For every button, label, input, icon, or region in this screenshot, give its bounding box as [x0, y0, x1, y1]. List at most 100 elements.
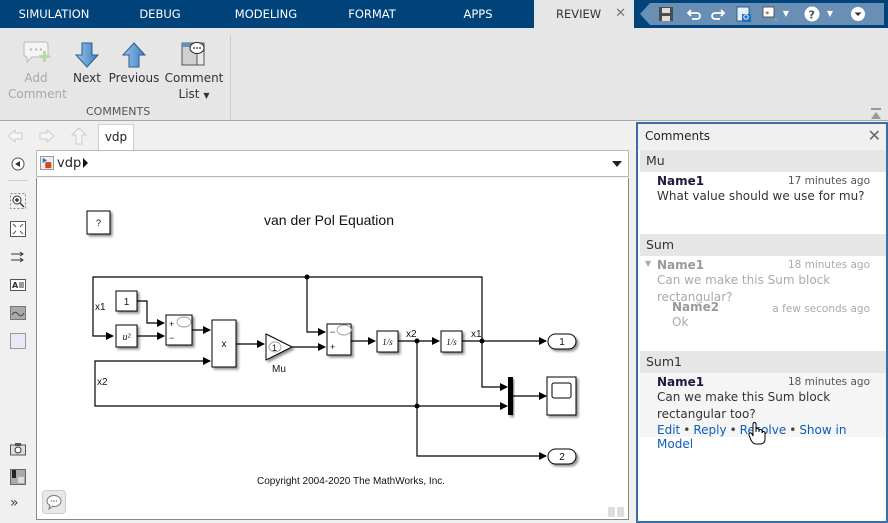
gain-block-mu[interactable]	[265, 333, 294, 361]
ribbon: Add Comment Next Previous Comment List ▼…	[0, 28, 888, 121]
shortcuts-icon[interactable]: »	[762, 6, 778, 22]
comment-text: Can we make this Sum block rectangular t…	[657, 390, 831, 421]
comment-item[interactable]: Name1 17 minutes ago What value should w…	[640, 172, 886, 234]
comments-panel-header: Comments ✕	[638, 124, 886, 150]
minimize-ribbon-icon[interactable]	[850, 6, 866, 22]
image-icon[interactable]	[10, 305, 26, 321]
annotation-icon[interactable]: A	[10, 277, 26, 293]
comment-time: 18 minutes ago	[787, 376, 870, 388]
sum-comment-badge-icon[interactable]	[336, 324, 352, 336]
palette-toolbar: A »	[0, 149, 36, 523]
model-tab-vdp[interactable]: vdp	[98, 124, 134, 150]
sum1-comment-badge-icon[interactable]	[176, 316, 192, 328]
tab-review[interactable]: REVIEW ✕	[534, 0, 634, 28]
forward-icon[interactable]	[38, 127, 56, 145]
tools-separator	[8, 180, 28, 181]
comment-time: 18 minutes ago	[787, 259, 870, 271]
toolstrip-tabs: SIMULATION DEBUG MODELING FORMAT APPS RE…	[0, 0, 888, 28]
collapse-ribbon-icon[interactable]	[870, 108, 882, 120]
quick-access-toolbar: » ▼ ? ▼	[640, 3, 884, 25]
expand-tools-icon[interactable]: »	[10, 495, 19, 511]
product-label: x	[222, 339, 227, 350]
find-icon[interactable]	[736, 6, 752, 22]
redo-icon[interactable]	[710, 6, 726, 22]
close-comments-icon[interactable]: ✕	[868, 126, 881, 145]
address-model-name[interactable]: vdp	[57, 156, 81, 171]
add-comment-button[interactable]: Add Comment	[8, 36, 67, 102]
comment-list-icon	[181, 42, 205, 66]
svg-text:A: A	[12, 281, 19, 290]
svg-text:?: ?	[809, 9, 815, 22]
property-inspector-icon[interactable]	[10, 469, 26, 485]
back-icon[interactable]	[6, 127, 24, 145]
comment-actions: Edit • Reply • Resolve • Show in Model	[657, 423, 847, 451]
signal-routing-icon[interactable]	[10, 249, 26, 265]
editor-nav-row	[0, 122, 634, 262]
hand-cursor-icon	[748, 422, 766, 445]
close-tab-icon[interactable]: ✕	[615, 0, 626, 28]
tab-format[interactable]: FORMAT	[320, 0, 424, 28]
comment-group-sum1[interactable]: Sum1	[640, 351, 886, 373]
tab-apps[interactable]: APPS	[424, 0, 532, 28]
model-address-bar[interactable]: vdp	[36, 150, 629, 177]
comment-list-label-1: Comment	[164, 71, 224, 85]
collapse-thread-icon[interactable]: ▼	[645, 259, 651, 268]
tab-modeling[interactable]: MODELING	[212, 0, 320, 28]
sum-plus: +	[330, 342, 335, 352]
ribbon-separator	[230, 36, 231, 120]
help-dropdown-icon[interactable]: ▼	[822, 6, 838, 22]
arrow-up-icon	[122, 42, 146, 68]
integrator-2-label: 1/s	[446, 337, 457, 347]
outport-2-label: 2	[559, 452, 565, 463]
ribbon-section-label: COMMENTS	[86, 105, 151, 118]
arrow-down-icon	[75, 42, 99, 68]
signal-label-x1: x1	[471, 329, 482, 340]
outport-1-label: 1	[559, 337, 565, 348]
previous-comment-button[interactable]: Previous	[108, 36, 160, 86]
breadcrumb-arrow-icon[interactable]	[83, 158, 88, 168]
mux-block[interactable]	[508, 377, 513, 415]
comment-group-sum[interactable]: Sum	[640, 234, 886, 256]
model-canvas[interactable]: ? van der Pol Equation x1 x2 x2 x1 1 u² …	[36, 178, 629, 520]
gain-value: 1	[272, 343, 277, 353]
signal-label-x2-left: x2	[97, 377, 108, 388]
block-diagram: ? van der Pol Equation x1 x2 x2 x1 1 u² …	[86, 210, 577, 487]
svg-text:»: »	[765, 9, 769, 17]
reply-link[interactable]: Reply	[693, 423, 726, 437]
model-icon	[40, 156, 54, 170]
comment-item-resolved[interactable]: ▼ Name1 18 minutes ago Can we make this …	[640, 256, 886, 304]
undo-icon[interactable]	[686, 6, 702, 22]
tab-debug[interactable]: DEBUG	[108, 0, 212, 28]
tab-simulation[interactable]: SIMULATION	[0, 0, 108, 28]
canvas-resize-grip[interactable]	[608, 507, 626, 517]
zoom-area-icon[interactable]	[10, 193, 26, 209]
show-comments-button[interactable]	[42, 490, 66, 514]
comment-group-mu[interactable]: Mu	[640, 150, 886, 172]
edit-link[interactable]: Edit	[657, 423, 680, 437]
screenshot-icon[interactable]	[10, 441, 26, 457]
area-icon[interactable]	[10, 333, 26, 349]
fit-to-view-icon[interactable]	[10, 221, 26, 237]
comment-list-button[interactable]: Comment List ▼	[164, 36, 224, 104]
address-dropdown-icon[interactable]	[612, 161, 622, 167]
next-comment-button[interactable]: Next	[70, 36, 104, 86]
comment-time: 17 minutes ago	[787, 175, 870, 187]
add-comment-icon	[23, 41, 50, 64]
sum1-plus: +	[169, 319, 174, 329]
add-comment-label-2: Comment	[8, 87, 67, 101]
help-icon[interactable]: ?	[804, 6, 820, 22]
sum1-minus: −	[169, 333, 174, 343]
integrator-1-label: 1/s	[382, 337, 393, 347]
save-icon[interactable]	[658, 6, 674, 22]
diagram-title: van der Pol Equation	[264, 212, 394, 228]
reply-text: Ok	[672, 315, 689, 329]
comment-reply[interactable]: Name2 a few seconds ago Ok	[640, 300, 886, 351]
shortcuts-dropdown-icon[interactable]: ▼	[778, 6, 794, 22]
comment-list-label-2: List ▼	[178, 87, 210, 101]
up-icon[interactable]	[70, 127, 88, 145]
comment-text: What value should we use for mu?	[657, 189, 865, 203]
signal-lines	[92, 276, 547, 460]
hide-browser-icon[interactable]	[10, 156, 26, 172]
sum-minus: −	[330, 327, 335, 337]
signal-label-x2: x2	[406, 329, 417, 340]
